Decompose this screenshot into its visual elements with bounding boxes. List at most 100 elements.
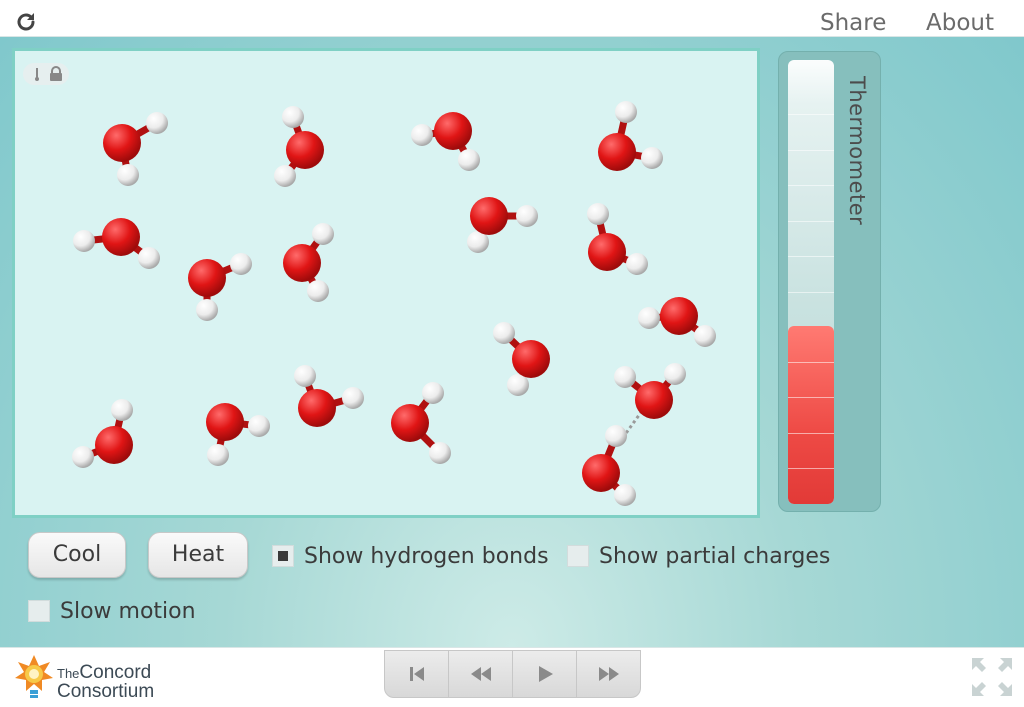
hydrogen-atom[interactable] bbox=[411, 124, 433, 146]
oxygen-atom[interactable] bbox=[298, 389, 336, 427]
thermometer-tick bbox=[788, 362, 834, 363]
oxygen-atom[interactable] bbox=[512, 340, 550, 378]
hydrogen-atom[interactable] bbox=[73, 230, 95, 252]
hydrogen-atom[interactable] bbox=[248, 415, 270, 437]
oxygen-atom[interactable] bbox=[206, 403, 244, 441]
hydrogen-atom[interactable] bbox=[138, 247, 160, 269]
oxygen-atom[interactable] bbox=[102, 218, 140, 256]
water-molecules bbox=[72, 101, 716, 506]
water-molecule[interactable] bbox=[283, 223, 334, 302]
oxygen-atom[interactable] bbox=[391, 404, 429, 442]
hydrogen-atom[interactable] bbox=[516, 205, 538, 227]
hydrogen-atom[interactable] bbox=[638, 307, 660, 329]
share-link[interactable]: Share bbox=[820, 10, 886, 36]
heat-button[interactable]: Heat bbox=[148, 532, 248, 578]
water-molecule[interactable] bbox=[467, 197, 538, 253]
water-molecule[interactable] bbox=[638, 297, 716, 347]
step-back-button[interactable] bbox=[449, 651, 513, 697]
hydrogen-atom[interactable] bbox=[493, 322, 515, 344]
hydrogen-atom[interactable] bbox=[614, 366, 636, 388]
hydrogen-atom[interactable] bbox=[458, 149, 480, 171]
top-bar: Share About bbox=[0, 0, 1024, 37]
thermometer-fill bbox=[788, 326, 834, 504]
hydrogen-atom[interactable] bbox=[146, 112, 168, 134]
logo-text-line2: Consortium bbox=[57, 681, 155, 702]
water-molecule[interactable] bbox=[582, 425, 636, 506]
hydrogen-atom[interactable] bbox=[587, 203, 609, 225]
hydrogen-atom[interactable] bbox=[614, 484, 636, 506]
hydrogen-atom[interactable] bbox=[694, 325, 716, 347]
hydrogen-atom[interactable] bbox=[196, 299, 218, 321]
hydrogen-atom[interactable] bbox=[282, 106, 304, 128]
oxygen-atom[interactable] bbox=[588, 233, 626, 271]
skip-to-start-icon bbox=[409, 667, 424, 681]
partial-charges-check-box[interactable] bbox=[567, 545, 589, 567]
cool-button[interactable]: Cool bbox=[28, 532, 126, 578]
playback-controls bbox=[384, 650, 641, 698]
thermometer-label: Thermometer bbox=[845, 76, 869, 226]
oxygen-atom[interactable] bbox=[434, 112, 472, 150]
reset-button[interactable] bbox=[385, 651, 449, 697]
reload-icon[interactable] bbox=[14, 10, 38, 34]
hydrogen-atom[interactable] bbox=[72, 446, 94, 468]
hydrogen-atom[interactable] bbox=[342, 387, 364, 409]
show-hydrogen-bonds-checkbox[interactable]: Show hydrogen bonds bbox=[272, 542, 549, 570]
water-molecule[interactable] bbox=[614, 363, 686, 419]
oxygen-atom[interactable] bbox=[283, 244, 321, 282]
water-molecule[interactable] bbox=[188, 253, 252, 321]
hydrogen-atom[interactable] bbox=[117, 164, 139, 186]
oxygen-atom[interactable] bbox=[103, 124, 141, 162]
hydrogen-atom[interactable] bbox=[307, 280, 329, 302]
hydrogen-atom[interactable] bbox=[615, 101, 637, 123]
oxygen-atom[interactable] bbox=[470, 197, 508, 235]
water-molecule[interactable] bbox=[493, 322, 550, 396]
play-button[interactable] bbox=[513, 651, 577, 697]
thermometer-tick bbox=[788, 221, 834, 222]
oxygen-atom[interactable] bbox=[598, 133, 636, 171]
slow-motion-checkbox[interactable]: Slow motion bbox=[28, 597, 196, 625]
water-molecule[interactable] bbox=[598, 101, 663, 171]
hydrogen-bonds-label: Show hydrogen bonds bbox=[304, 543, 549, 569]
water-molecule[interactable] bbox=[72, 399, 133, 468]
concord-consortium-logo[interactable]: TheConcord Consortium bbox=[12, 654, 172, 702]
fullscreen-icon[interactable] bbox=[970, 656, 1014, 698]
slow-motion-check-box[interactable] bbox=[28, 600, 50, 622]
oxygen-atom[interactable] bbox=[582, 454, 620, 492]
oxygen-atom[interactable] bbox=[635, 381, 673, 419]
water-molecule[interactable] bbox=[411, 112, 480, 171]
oxygen-atom[interactable] bbox=[660, 297, 698, 335]
molecule-model-canvas[interactable] bbox=[12, 48, 760, 518]
oxygen-atom[interactable] bbox=[188, 259, 226, 297]
hydrogen-atom[interactable] bbox=[429, 442, 451, 464]
hydrogen-atom[interactable] bbox=[207, 444, 229, 466]
hydrogen-atom[interactable] bbox=[294, 365, 316, 387]
oxygen-atom[interactable] bbox=[95, 426, 133, 464]
show-partial-charges-checkbox[interactable]: Show partial charges bbox=[567, 542, 830, 570]
water-molecule[interactable] bbox=[391, 382, 451, 464]
water-molecule[interactable] bbox=[73, 218, 160, 269]
thermometer-tick bbox=[788, 150, 834, 151]
water-molecule[interactable] bbox=[294, 365, 364, 427]
hydrogen-atom[interactable] bbox=[422, 382, 444, 404]
thermometer: Thermometer bbox=[778, 51, 881, 512]
hydrogen-atom[interactable] bbox=[626, 253, 648, 275]
step-forward-button[interactable] bbox=[577, 651, 640, 697]
bottom-bar: TheConcord Consortium bbox=[0, 647, 1024, 707]
hydrogen-atom[interactable] bbox=[605, 425, 627, 447]
water-molecule[interactable] bbox=[587, 203, 648, 275]
oxygen-atom[interactable] bbox=[286, 131, 324, 169]
water-molecule[interactable] bbox=[274, 106, 324, 187]
hydrogen-atom[interactable] bbox=[230, 253, 252, 275]
hydrogen-atom[interactable] bbox=[111, 399, 133, 421]
hydrogen-atom[interactable] bbox=[274, 165, 296, 187]
hydrogen-atom[interactable] bbox=[664, 363, 686, 385]
hydrogen-bonds-check-box[interactable] bbox=[272, 545, 294, 567]
about-link[interactable]: About bbox=[926, 10, 994, 36]
hydrogen-atom[interactable] bbox=[641, 147, 663, 169]
interactive-stage: Thermometer Cool Heat Show hydrogen bond… bbox=[0, 37, 1024, 647]
thermometer-tick bbox=[788, 256, 834, 257]
water-molecule[interactable] bbox=[103, 112, 168, 186]
hydrogen-atom[interactable] bbox=[507, 374, 529, 396]
hydrogen-atom[interactable] bbox=[312, 223, 334, 245]
water-molecule[interactable] bbox=[206, 403, 270, 466]
